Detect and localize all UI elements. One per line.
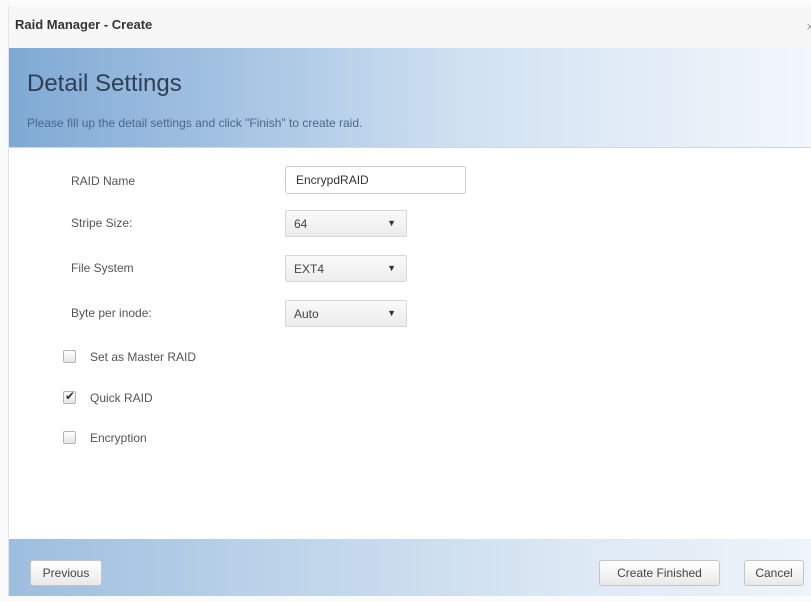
dialog-titlebar: Raid Manager - Create × xyxy=(9,6,811,49)
file-system-select[interactable]: EXT4 ▼ xyxy=(285,255,407,282)
checkmark-icon: ✔ xyxy=(65,389,76,403)
byte-per-inode-label: Byte per inode: xyxy=(71,306,152,320)
raid-manager-dialog: Raid Manager - Create × Detail Settings … xyxy=(8,6,811,596)
stripe-size-label: Stripe Size: xyxy=(71,216,133,230)
dialog-title: Raid Manager - Create xyxy=(15,17,153,32)
checkbox-icon[interactable] xyxy=(63,431,76,444)
page-subtitle: Please fill up the detail settings and c… xyxy=(27,116,363,130)
checkbox-checked-icon[interactable]: ✔ xyxy=(63,389,76,404)
file-system-label: File System xyxy=(71,261,134,275)
byte-per-inode-select[interactable]: Auto ▼ xyxy=(285,300,407,327)
chevron-down-icon: ▼ xyxy=(387,218,396,228)
byte-per-inode-value: Auto xyxy=(294,307,319,321)
raid-name-label: RAID Name xyxy=(71,174,136,188)
stripe-size-select[interactable]: 64 ▼ xyxy=(285,210,407,237)
quick-raid-label: Quick RAID xyxy=(90,391,153,405)
encryption-label: Encryption xyxy=(90,431,147,445)
checkbox-icon[interactable] xyxy=(63,350,76,363)
set-as-master-raid-label: Set as Master RAID xyxy=(90,350,197,364)
create-finished-button[interactable]: Create Finished xyxy=(599,560,720,586)
chevron-down-icon: ▼ xyxy=(387,263,396,273)
header-banner: Detail Settings Please fill up the detai… xyxy=(9,48,811,148)
chevron-down-icon: ▼ xyxy=(387,308,396,318)
raid-name-input[interactable] xyxy=(285,166,466,194)
file-system-value: EXT4 xyxy=(294,262,325,276)
close-icon[interactable]: × xyxy=(806,19,811,34)
previous-button[interactable]: Previous xyxy=(30,560,102,586)
dialog-footer: Previous Create Finished Cancel xyxy=(9,539,811,596)
stripe-size-value: 64 xyxy=(294,217,308,231)
cancel-button[interactable]: Cancel xyxy=(744,560,804,586)
page-title: Detail Settings xyxy=(27,70,182,97)
